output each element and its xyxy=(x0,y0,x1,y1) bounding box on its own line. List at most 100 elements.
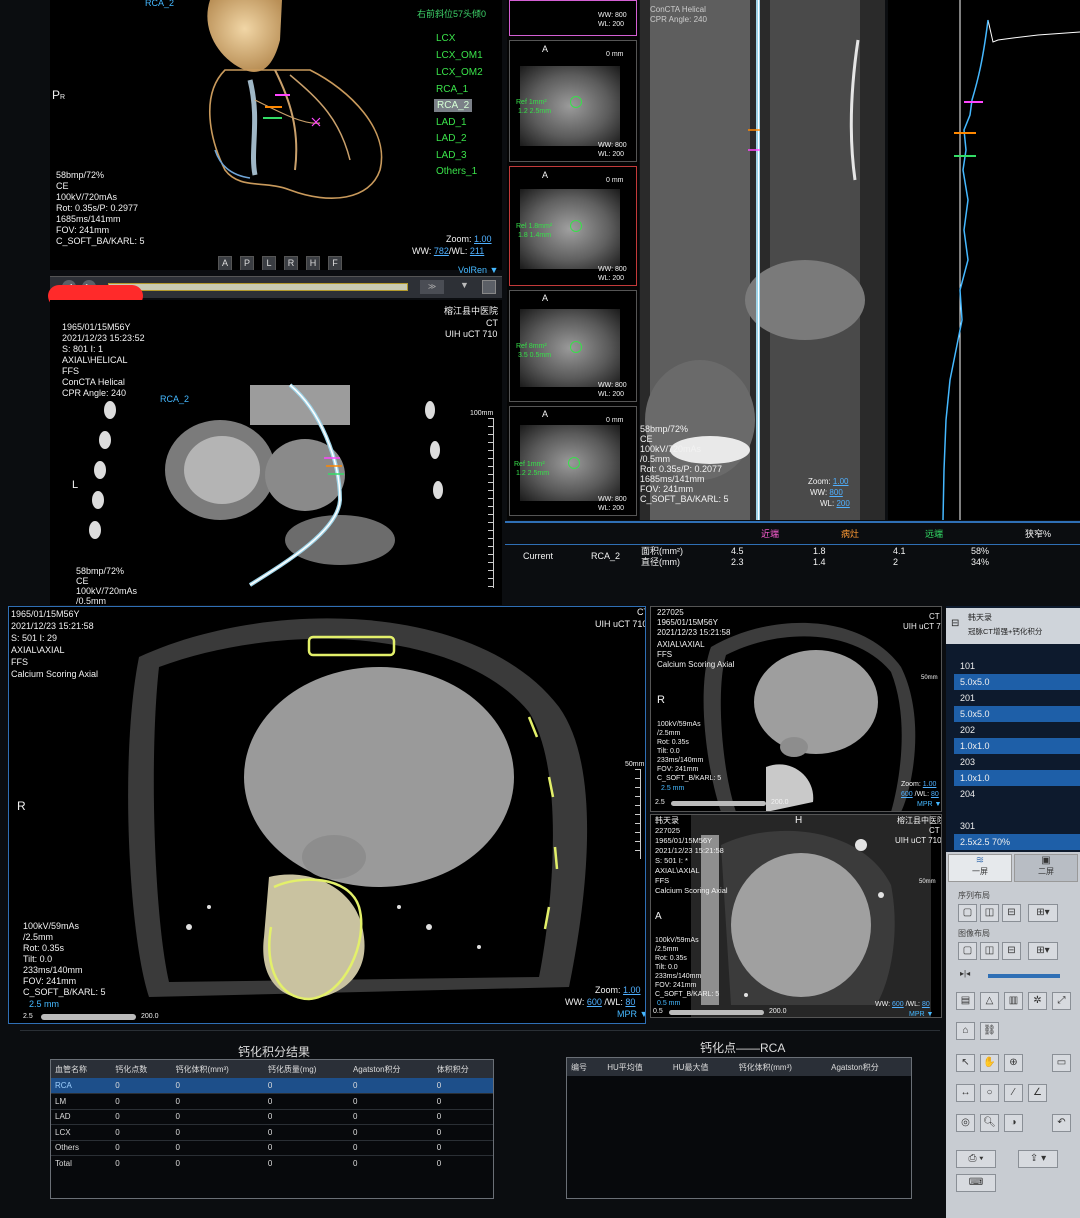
straightened-viewport[interactable]: ConCTA Helical CPR Angle: 240 58bmp/72% … xyxy=(640,0,885,520)
vessel-item[interactable]: LAD_2 xyxy=(436,132,467,145)
save-icon[interactable] xyxy=(482,280,496,294)
axial-viewport[interactable]: 1965/01/15M56Y 2021/12/23 15:21:58 S: 50… xyxy=(8,606,646,1024)
sag-slider[interactable]: 2.5 200.0 xyxy=(655,799,805,808)
cine-slider[interactable]: ▸|◂ xyxy=(960,969,1068,980)
layout-grid-icon[interactable]: ⊞▾ xyxy=(1028,904,1058,922)
cpr-viewport[interactable]: 1965/01/15M56Y 2021/12/23 15:23:52 S: 80… xyxy=(50,300,502,605)
stenosis-row[interactable]: Current RCA_2 面积(mm²) 直径(mm) 4.5 2.3 1.8… xyxy=(505,544,1080,570)
vr-mode-label[interactable]: VolRen ▼ xyxy=(458,265,498,277)
table-row[interactable]: LAD 0 0 0 0 0 xyxy=(51,1108,493,1125)
tab-screen-two[interactable]: ▣ 二屏 xyxy=(1014,854,1078,882)
window-level-icon[interactable]: ▤ xyxy=(956,992,975,1010)
study-header[interactable]: 韩天录 冠脉CT增强+钙化积分 ⊟ xyxy=(946,608,1080,644)
table-row[interactable]: RCA 0 0 0 0 0 xyxy=(51,1078,493,1094)
view-h-button[interactable]: H xyxy=(306,256,320,270)
series-item[interactable]: 101 xyxy=(954,658,1080,674)
col-header[interactable]: 钙化体积(mm³) xyxy=(171,1060,264,1078)
contrast-icon[interactable]: ◑ xyxy=(1004,1114,1023,1132)
slider-track[interactable] xyxy=(671,801,766,806)
table-row[interactable]: LM 0 0 0 0 0 xyxy=(51,1093,493,1109)
col-header[interactable]: 钙化体积(mm³) xyxy=(734,1058,828,1076)
col-header[interactable]: 体积积分 xyxy=(432,1060,493,1078)
view-p-button[interactable]: P xyxy=(240,256,254,270)
slider-track[interactable] xyxy=(669,1010,764,1015)
collapse-icon[interactable]: ⊟ xyxy=(951,618,959,629)
cross-section-0[interactable]: WW: 800 WL: 200 xyxy=(509,0,637,36)
layout-1x2-icon[interactable]: ◫ xyxy=(980,904,999,922)
img-layout-3-icon[interactable]: ⊟ xyxy=(1002,942,1021,960)
layout-1x1-icon[interactable]: ▢ xyxy=(958,904,977,922)
line-tool-icon[interactable]: ⁄ xyxy=(1004,1084,1023,1102)
pan-hand-icon[interactable]: ✋ xyxy=(980,1054,999,1072)
vr-viewport[interactable]: RCA_2 右前斜位57头倾0 PR LCX LCX_OM1 LCX_OM2 R… xyxy=(50,0,502,270)
vessel-item[interactable]: LAD_1 xyxy=(436,116,467,129)
series-item[interactable]: 5.0x5.0 xyxy=(954,674,1080,690)
sagittal-viewport[interactable]: 227025 1965/01/15M56Y 2021/12/23 15:21:5… xyxy=(650,606,942,812)
col-header[interactable]: HU最大值 xyxy=(668,1058,735,1076)
triangle-tool-icon[interactable]: △ xyxy=(980,992,999,1010)
cine-track[interactable] xyxy=(988,974,1060,978)
series-item[interactable]: 5.0x5.0 xyxy=(954,706,1080,722)
axial-mode-label[interactable]: MPR ▼ xyxy=(617,1009,645,1021)
thickness-value[interactable]: 2.5 mm xyxy=(661,783,684,795)
series-item-selected[interactable]: 2.5x2.5 70% xyxy=(954,834,1080,850)
vessel-item[interactable]: Others_1 xyxy=(436,165,477,178)
series-item[interactable]: 1.0x1.0 xyxy=(954,770,1080,786)
view-l-button[interactable]: L xyxy=(262,256,276,270)
cor-mode-label[interactable]: MPR ▼ xyxy=(909,1009,933,1017)
cross-section-1[interactable]: A 0 mm Ref 1mm² 1.2 2.5mm WW: 800 WL: 200 xyxy=(509,40,637,162)
export-icon[interactable]: ⇪ ▾ xyxy=(1018,1150,1058,1168)
view-a-button[interactable]: A xyxy=(218,256,232,270)
vessel-item[interactable]: LAD_3 xyxy=(436,149,467,162)
sag-mode-label[interactable]: MPR ▼ xyxy=(917,799,941,811)
vessel-item[interactable]: RCA_1 xyxy=(436,83,468,96)
view-f-button[interactable]: F xyxy=(328,256,342,270)
chart-tool-icon[interactable]: ▥ xyxy=(1004,992,1023,1010)
tab-screen-one[interactable]: ≋ 一屏 xyxy=(948,854,1012,882)
zoom-icon[interactable]: ⊕ xyxy=(1004,1054,1023,1072)
series-item[interactable]: 204 xyxy=(954,786,1080,802)
keyboard-icon[interactable]: ⌨ xyxy=(956,1174,996,1192)
cross-section-4[interactable]: A 0 mm Ref 1mm² 1.2 2.5mm WW: 800 WL: 200 xyxy=(509,406,637,516)
coronal-viewport[interactable]: 韩天录 227025 1965/01/15M56Y 2021/12/23 15:… xyxy=(650,814,942,1018)
cross-section-2[interactable]: A 0 mm Rel 1.8mm² 1.8 1.4mm WW: 800 WL: 2… xyxy=(509,166,637,286)
img-layout-1-icon[interactable]: ▢ xyxy=(958,942,977,960)
series-item[interactable]: 301 xyxy=(954,818,1080,834)
circle-tool-icon[interactable]: ○ xyxy=(980,1084,999,1102)
reset-icon[interactable]: ↶ xyxy=(1052,1114,1071,1132)
vessel-item[interactable]: LCX xyxy=(436,32,455,45)
col-header[interactable]: Agatston积分 xyxy=(827,1058,911,1076)
vessel-item[interactable]: LCX_OM1 xyxy=(436,49,483,62)
screen-icon[interactable]: ▭ xyxy=(1052,1054,1071,1072)
layout-2x1-icon[interactable]: ⊟ xyxy=(1002,904,1021,922)
table-row[interactable]: Others 0 0 0 0 0 xyxy=(51,1139,493,1156)
slider-track[interactable] xyxy=(41,1014,136,1020)
col-header[interactable]: 血管名称 xyxy=(51,1060,112,1078)
view-r-button[interactable]: R xyxy=(284,256,298,270)
angle-tool-icon[interactable]: ∠ xyxy=(1028,1084,1047,1102)
series-item[interactable]: 201 xyxy=(954,690,1080,706)
link-icon[interactable]: ⛓ xyxy=(980,1022,999,1040)
rotate-icon[interactable]: ↔ xyxy=(956,1084,975,1102)
series-item[interactable]: 202 xyxy=(954,722,1080,738)
dropdown-arrow-icon[interactable]: ▼ xyxy=(460,280,474,294)
col-header[interactable]: HU平均值 xyxy=(603,1058,669,1076)
expand-icon[interactable]: ⤢ xyxy=(1052,992,1071,1010)
cross-section-3[interactable]: A Ref 8mm² 3.5 0.5mm WW: 800 WL: 200 xyxy=(509,290,637,402)
series-item[interactable]: 203 xyxy=(954,754,1080,770)
table-row[interactable]: LCX 0 0 0 0 0 xyxy=(51,1124,493,1140)
magic-tool-icon[interactable]: ✲ xyxy=(1028,992,1047,1010)
cor-slider[interactable]: 0.5 200.0 xyxy=(653,1008,803,1017)
col-header[interactable]: 编号 xyxy=(567,1058,604,1076)
magnifier-icon[interactable]: 🔍︎ xyxy=(980,1114,999,1132)
col-header[interactable]: 钙化点数 xyxy=(111,1060,172,1078)
col-header[interactable]: Agatston积分 xyxy=(348,1060,433,1078)
pointer-icon[interactable]: ↖ xyxy=(956,1054,975,1072)
cine-start-icon[interactable]: ▸|◂ xyxy=(960,969,970,978)
diameter-curve-panel[interactable] xyxy=(888,0,1080,520)
speed-button[interactable]: ≫ xyxy=(420,280,444,294)
img-layout-grid-icon[interactable]: ⊞▾ xyxy=(1028,942,1058,960)
playback-slider[interactable] xyxy=(108,283,408,291)
vessel-item-selected[interactable]: RCA_2 xyxy=(434,99,473,112)
axial-thickness-slider[interactable]: 2.5 200.0 xyxy=(23,1013,173,1021)
